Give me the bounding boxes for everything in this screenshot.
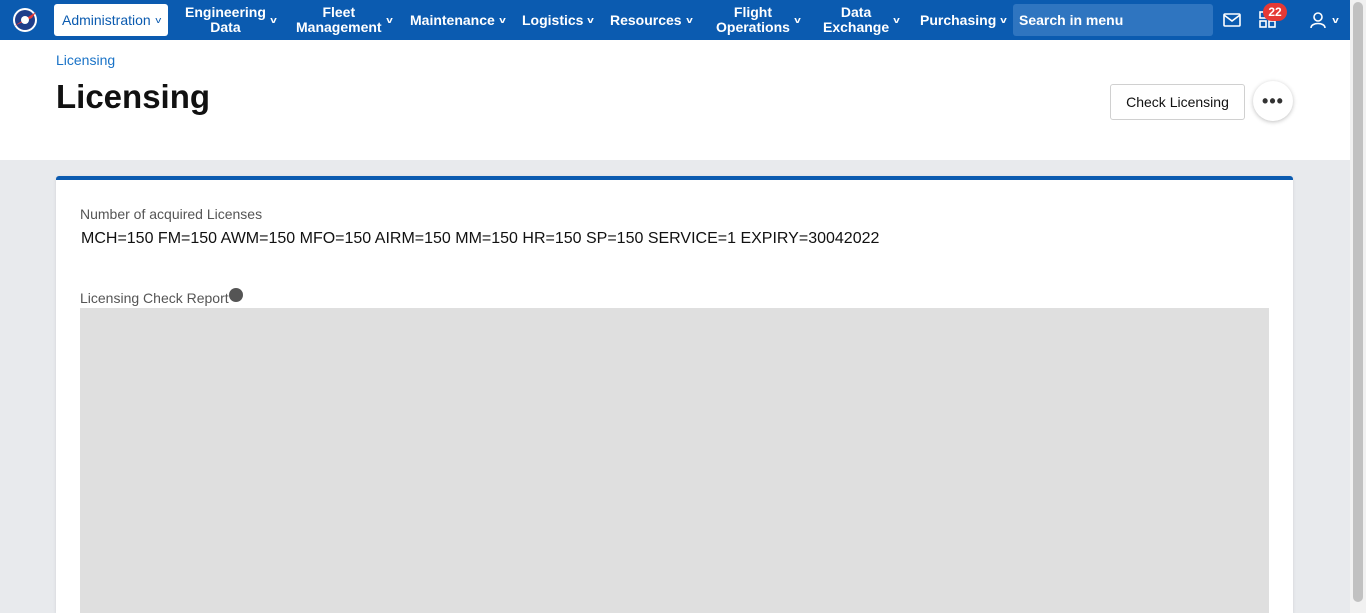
chevron-down-icon: v bbox=[685, 15, 693, 25]
more-icon: ••• bbox=[1262, 90, 1284, 111]
nav-logistics[interactable]: Logistics v bbox=[522, 0, 595, 40]
breadcrumb[interactable]: Licensing bbox=[56, 52, 115, 68]
scrollbar[interactable] bbox=[1350, 0, 1366, 613]
notification-badge: 22 bbox=[1263, 3, 1287, 21]
chevron-down-icon: v bbox=[270, 15, 277, 25]
page-title: Licensing bbox=[56, 78, 211, 115]
chevron-down-icon: v bbox=[794, 15, 801, 25]
nav-administration[interactable]: Administration v bbox=[54, 4, 169, 36]
chevron-down-icon: v bbox=[893, 15, 900, 25]
nav-engineering-data[interactable]: Engineering Data v bbox=[185, 0, 277, 40]
nav-fleet-management[interactable]: Fleet Management v bbox=[296, 0, 392, 40]
scrollbar-thumb[interactable] bbox=[1353, 2, 1363, 602]
search-input[interactable]: Search in menu bbox=[1013, 4, 1213, 36]
nav-resources[interactable]: Resources v bbox=[610, 0, 692, 40]
check-licensing-button[interactable]: Check Licensing bbox=[1110, 84, 1245, 120]
chevron-down-icon: v bbox=[1000, 15, 1008, 25]
report-area bbox=[80, 308, 1269, 613]
nav-flight-operations[interactable]: Flight Operations v bbox=[716, 0, 801, 40]
chevron-down-icon: v bbox=[499, 15, 506, 25]
info-icon[interactable] bbox=[229, 288, 243, 302]
licensing-card: Number of acquired Licenses MCH=150 FM=1… bbox=[56, 176, 1293, 613]
more-options-button[interactable]: ••• bbox=[1253, 81, 1293, 121]
nav-maintenance[interactable]: Maintenance v bbox=[410, 0, 506, 40]
top-nav: Administration v Engineering Data v Fleet … bbox=[0, 0, 1350, 40]
chevron-down-icon: v bbox=[155, 15, 161, 25]
nav-purchasing[interactable]: Purchasing v bbox=[920, 0, 1008, 40]
chevron-down-icon: v bbox=[587, 15, 595, 25]
app-logo-icon[interactable] bbox=[10, 4, 40, 34]
chevron-down-icon[interactable]: v bbox=[1328, 0, 1339, 40]
chevron-down-icon: v bbox=[385, 15, 393, 25]
licenses-label: Number of acquired Licenses bbox=[80, 206, 263, 222]
report-label: Licensing Check Report bbox=[80, 290, 229, 306]
user-icon[interactable] bbox=[1308, 10, 1328, 30]
nav-data-exchange[interactable]: Data Exchange v bbox=[823, 0, 900, 40]
mail-icon[interactable] bbox=[1222, 10, 1242, 30]
page-header: Licensing Licensing Check Licensing ••• bbox=[0, 40, 1350, 160]
licenses-value: MCH=150 FM=150 AWM=150 MFO=150 AIRM=150 … bbox=[81, 230, 880, 247]
